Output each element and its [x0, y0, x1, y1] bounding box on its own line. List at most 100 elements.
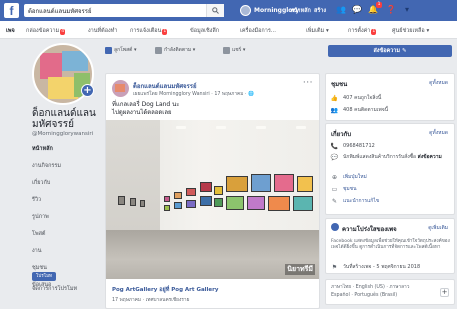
type-row: ▭ ชุมชน [331, 186, 449, 193]
artwork [297, 176, 313, 192]
quick-help-icon[interactable]: ❓ [386, 5, 396, 15]
tab-insights[interactable]: ข้อมูลเชิงลึก [190, 27, 219, 35]
created-date: วันที่สร้างเพจ - 5 พฤศจิกายน 2018 [343, 264, 421, 270]
message-icon: 💬 [330, 153, 339, 161]
manage-promotions-link[interactable]: จัดการการโปรโมท [32, 285, 77, 293]
suggest-edit-link[interactable]: แนะนำการแก้ไข [343, 198, 379, 204]
feed-post: ด็อกแลนด์แลนมหัศจรรย์ เผยแพร่โดย Morning… [105, 73, 320, 309]
create-link[interactable]: สร้าง [314, 7, 326, 15]
page-type-link[interactable]: ชุมชน [343, 186, 357, 192]
shared-post-info: Pog ArtGallery อยู่ที่ Pog Art Gallery 1… [112, 286, 312, 304]
add-button-row: ⊕ เพิ่มปุ่มใหม่ [331, 174, 449, 181]
settings-badge: 1 [371, 29, 377, 35]
artwork [130, 198, 136, 206]
languages-card: ภาษาไทย · English (US) · ภาษาลาว Español… [325, 279, 455, 305]
add-button-link[interactable]: เพิ่มปุ่มใหม่ [343, 174, 367, 180]
languages-line[interactable]: Español · Português (Brasil) [331, 293, 436, 299]
nav-item-reviews[interactable]: รีวิว [32, 194, 98, 211]
shared-post-title[interactable]: Pog ArtGallery อยู่ที่ Pog Art Gallery [112, 286, 312, 294]
search-button[interactable] [206, 4, 224, 17]
profile-art-block [62, 51, 88, 71]
share-button[interactable]: แชร์ ▾ [223, 45, 245, 55]
likes-count: 407 คนถูกใจสิ่งนี้ [343, 95, 382, 101]
page-title[interactable]: ด็อกแลนด์แลนมหัศจรรย์ [32, 108, 102, 130]
account-menu-icon[interactable]: ▾ [402, 5, 412, 15]
created-date-row: ⚑ วันที่สร้างเพจ - 5 พฤศจิกายน 2018 [331, 264, 449, 271]
artwork [293, 196, 313, 211]
share-icon [223, 46, 230, 54]
info-icon [331, 223, 339, 231]
tag-icon: ▭ [331, 185, 338, 193]
post-options-icon[interactable]: ··· [303, 78, 313, 88]
tab-notifications[interactable]: การแจ้งเตือน 1 [130, 27, 168, 35]
tab-page[interactable]: เพจ [6, 27, 15, 35]
suggest-edit-row: ✎ แนะนำการแก้ไข [331, 198, 449, 205]
messenger-icon[interactable]: 💬 [352, 5, 362, 15]
artwork [251, 174, 271, 192]
nav-item-about[interactable]: เกี่ยวกับ [32, 177, 98, 194]
ceiling-light [296, 126, 306, 129]
promote-button[interactable]: โปรโมท [32, 272, 56, 281]
profile-art-block [40, 53, 62, 79]
post-author-avatar[interactable] [112, 80, 129, 97]
artwork [200, 196, 212, 206]
facebook-logo-icon[interactable]: f [4, 3, 19, 18]
category-text: นักพิมพ์แสดงสินค้าบริการรับสั่งซื้อ ส่งข… [343, 154, 442, 160]
artwork [164, 196, 170, 202]
nav-item-home[interactable]: หน้าหลัก [32, 143, 98, 160]
following-button[interactable]: กำลังติดตาม ▾ [155, 45, 195, 55]
transparency-title: ความโปร่งใสของเพจ [342, 226, 397, 233]
tab-more[interactable]: เพิ่มเติม ▾ [306, 27, 329, 35]
search-box [24, 4, 224, 17]
artwork [214, 186, 223, 195]
photo-watermark: นิยาทรีมี [285, 264, 315, 275]
ceiling-light [176, 126, 186, 129]
nav-item-photos[interactable]: รูปภาพ [32, 211, 98, 228]
artwork [118, 196, 125, 205]
phone-row: 📞 0968481712 [331, 143, 449, 150]
add-language-button[interactable]: + [440, 288, 449, 297]
tab-publishing-tools[interactable]: เครื่องมือการ... [240, 27, 276, 35]
artwork [200, 182, 212, 192]
post-photo[interactable]: นิยาทรีมี [106, 120, 319, 279]
search-input[interactable] [24, 4, 204, 17]
notification-badge: 1 [376, 2, 382, 8]
followers-icon: 👥 [330, 106, 339, 114]
notifications-icon[interactable]: 🔔 1 [368, 2, 382, 15]
notifications-tab-badge: 1 [162, 29, 168, 35]
search-icon [212, 7, 219, 14]
share-label: แชร์ ▾ [232, 47, 246, 53]
about-see-all-link[interactable]: ดูทั้งหมด [429, 129, 448, 137]
ceiling-light [216, 126, 226, 129]
likes-row: 👍 407 คนถูกใจสิ่งนี้ [331, 95, 449, 102]
page-handle[interactable]: @Morningglorywansiri [32, 131, 93, 137]
phone-icon: 📞 [330, 142, 339, 150]
post-text-line: ไปดูผลงานได้ตลอดเลย [112, 109, 172, 116]
nav-item-events[interactable]: งานกิจกรรม [32, 160, 98, 177]
artwork [186, 188, 196, 196]
tab-help-center[interactable]: ศูนย์ช่วยเหลือ ▾ [392, 27, 429, 35]
send-message-button[interactable]: ส่งข้อความ ✎ [328, 45, 452, 57]
friend-requests-icon[interactable]: 👥 [336, 5, 346, 15]
tab-settings[interactable]: การตั้งค่า 1 [348, 27, 377, 35]
nav-item-jobs[interactable]: งาน [32, 245, 98, 262]
artwork [140, 200, 145, 207]
transparency-see-more-link[interactable]: ดูเพิ่มเติม [428, 224, 448, 232]
artwork [174, 202, 182, 209]
nav-item-posts[interactable]: โพสต์ [32, 228, 98, 245]
community-see-all-link[interactable]: ดูทั้งหมด [429, 79, 448, 87]
add-photo-icon[interactable]: + [81, 84, 94, 97]
flag-icon: ⚑ [331, 263, 338, 271]
rss-icon [155, 46, 162, 54]
artwork [268, 196, 290, 211]
phone-number[interactable]: 0968481712 [343, 143, 375, 149]
languages-line[interactable]: ภาษาไทย · English (US) · ภาษาลาว [331, 285, 436, 291]
artwork [226, 176, 248, 192]
tab-inbox[interactable]: กล่องข้อความ 4 [26, 27, 66, 35]
avatar [240, 5, 251, 16]
about-card: เกี่ยวกับ ดูทั้งหมด 📞 0968481712 💬 นักพิ… [325, 123, 455, 215]
tab-tasks[interactable]: งานที่ต้องทำ [88, 27, 117, 35]
liked-button[interactable]: ลูกโพสต์ ▾ [105, 45, 136, 55]
home-link[interactable]: หน้าหลัก [290, 7, 311, 15]
community-card: ชุมชน ดูทั้งหมด 👍 407 คนถูกใจสิ่งนี้ 👥 4… [325, 73, 455, 121]
